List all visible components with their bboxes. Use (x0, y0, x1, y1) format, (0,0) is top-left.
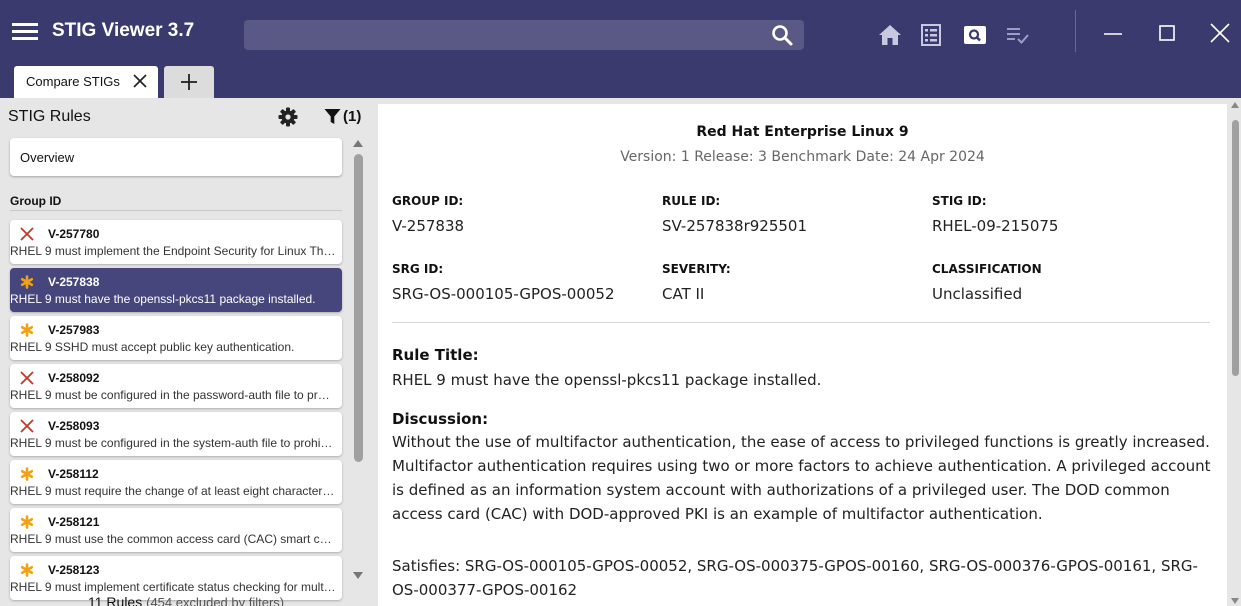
excluded-count: (454 excluded by filters) (146, 595, 285, 606)
rule-id: V-258121 (48, 515, 100, 529)
classification-value: Unclassified (932, 285, 1023, 303)
rule-title: RHEL 9 must be configured in the passwor… (10, 388, 336, 402)
rule-title: RHEL 9 SSHD must accept public key authe… (10, 340, 295, 354)
app-title: STIG Viewer 3.7 (52, 20, 195, 41)
group-id-header-label: Group ID (10, 194, 62, 208)
toolbar-divider (1075, 10, 1076, 52)
discussion-heading: Discussion: (392, 410, 489, 428)
panel-title: STIG Rules (8, 108, 91, 125)
srg-id-value: SRG-OS-000105-GPOS-00052 (392, 285, 615, 303)
severity-label: SEVERITY: (662, 262, 731, 276)
review-list-icon[interactable] (1005, 22, 1031, 48)
severity-value: CAT II (662, 285, 705, 303)
star-icon (20, 515, 34, 529)
group-id-label: GROUP ID: (392, 194, 464, 208)
rule-id: V-258092 (48, 371, 100, 385)
rule-id: V-257838 (48, 275, 100, 289)
rule-title: RHEL 9 must have the openssl-pkcs11 pack… (10, 292, 316, 306)
rules-count: 11 Rules (454 excluded by filters) (88, 594, 284, 606)
rule-title-text: RHEL 9 must have the openssl-pkcs11 pack… (392, 371, 822, 389)
classification-label: CLASSIFICATION (932, 262, 1042, 276)
star-icon (20, 563, 34, 577)
stig-id-label: STIG ID: (932, 194, 987, 208)
group-header-divider (10, 210, 342, 211)
rule-title: RHEL 9 must implement the Endpoint Secur… (10, 244, 336, 258)
title-bar: STIG Viewer 3.7 (0, 0, 1241, 62)
discussion-text: Without the use of multifactor authentic… (392, 433, 1211, 523)
rule-id: V-258093 (48, 419, 100, 433)
tab-compare-stigs[interactable]: Compare STIGs (14, 66, 158, 98)
filter-count[interactable]: (1) (343, 108, 361, 125)
rule-list-scroll-thumb[interactable] (354, 154, 363, 462)
star-icon (20, 467, 34, 481)
satisfies-text: Satisfies: SRG-OS-000105-GPOS-00052, SRG… (392, 557, 1198, 599)
search-box[interactable] (244, 20, 804, 50)
rules-count-value: 11 Rules (88, 594, 143, 606)
detail-scroll-up-arrow-icon[interactable] (1231, 102, 1239, 108)
hamburger-menu-icon[interactable] (12, 21, 38, 41)
x-mark-icon (20, 419, 34, 433)
overview-button[interactable]: Overview (10, 138, 342, 176)
rule-id: V-257780 (48, 227, 100, 241)
search-window-icon[interactable] (962, 22, 988, 48)
tab-label: Compare STIGs (26, 74, 120, 89)
x-mark-icon (20, 227, 34, 241)
close-tab-icon[interactable] (132, 73, 148, 89)
tab-strip: Compare STIGs (0, 62, 1241, 98)
section-divider (392, 322, 1210, 323)
checklist-icon[interactable] (918, 22, 944, 48)
rule-title: RHEL 9 must use the common access card (… (10, 532, 336, 546)
minimize-icon[interactable] (1098, 18, 1128, 48)
search-input[interactable] (252, 24, 752, 46)
maximize-icon[interactable] (1152, 18, 1182, 48)
rule-list-item[interactable]: V-257780 RHEL 9 must implement the Endpoi… (10, 220, 342, 264)
rule-list-item[interactable]: V-257838 RHEL 9 must have the openssl-pkc… (10, 268, 342, 312)
stig-name: Red Hat Enterprise Linux 9 (696, 124, 909, 140)
rule-id: V-258112 (48, 467, 99, 481)
stig-version: Version: 1 Release: 3 Benchmark Date: 24… (620, 149, 985, 165)
rule-detail-panel: Red Hat Enterprise Linux 9 Version: 1 Re… (378, 104, 1227, 606)
rule-list-item[interactable]: V-258112 RHEL 9 must require the change o… (10, 460, 342, 504)
rule-title: RHEL 9 must be configured in the system-… (10, 436, 336, 450)
detail-scroll-thumb[interactable] (1232, 120, 1239, 376)
close-window-icon[interactable] (1205, 18, 1235, 48)
rule-id: V-257983 (48, 323, 100, 337)
gear-icon[interactable] (278, 107, 298, 127)
stig-id-value: RHEL-09-215075 (932, 217, 1059, 235)
rule-title: RHEL 9 must implement certificate status… (10, 580, 336, 594)
rule-list-item[interactable]: V-258121 RHEL 9 must use the common acces… (10, 508, 342, 552)
filter-icon[interactable] (324, 108, 341, 125)
scroll-up-arrow-icon[interactable] (353, 140, 363, 147)
star-icon (20, 275, 34, 289)
rule-title: RHEL 9 must require the change of at lea… (10, 484, 336, 498)
x-mark-icon (20, 371, 34, 385)
rule-id-label: RULE ID: (662, 194, 721, 208)
rule-id-value: SV-257838r925501 (662, 217, 808, 235)
rule-id: V-258123 (48, 563, 100, 577)
add-tab-button[interactable] (164, 66, 214, 98)
detail-scroll-down-arrow-icon[interactable] (1231, 598, 1239, 604)
home-icon[interactable] (877, 22, 903, 48)
stig-rules-panel: STIG Rules (1) Overview Group ID V-25778… (0, 98, 372, 606)
search-icon[interactable] (770, 23, 794, 47)
rule-list-item[interactable]: V-258092 RHEL 9 must be configured in the… (10, 364, 342, 408)
star-icon (20, 323, 34, 337)
rule-title-heading: Rule Title: (392, 346, 479, 364)
rule-list-item[interactable]: V-258093 RHEL 9 must be configured in the… (10, 412, 342, 456)
overview-label: Overview (20, 150, 75, 165)
scroll-down-arrow-icon[interactable] (353, 572, 363, 579)
rule-list-item[interactable]: V-257983 RHEL 9 SSHD must accept public k… (10, 316, 342, 360)
plus-icon (181, 74, 197, 90)
group-id-value: V-257838 (392, 217, 465, 235)
srg-id-label: SRG ID: (392, 262, 444, 276)
group-id-column-header[interactable]: Group ID (10, 188, 342, 208)
